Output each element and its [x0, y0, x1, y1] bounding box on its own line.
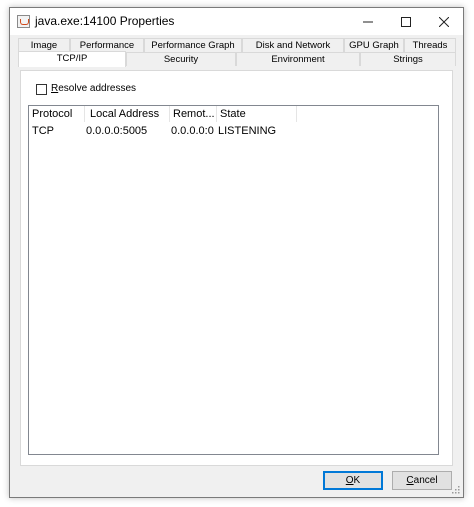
tab-row-upper: Image Performance Performance Graph Disk… [18, 38, 456, 52]
column-header-state[interactable]: State [217, 106, 297, 122]
column-header-local-address[interactable]: Local Address [85, 106, 170, 122]
window-title: java.exe:14100 Properties [35, 14, 175, 28]
list-header: Protocol Local Address Remot... State [29, 106, 438, 122]
maximize-icon [401, 16, 411, 27]
tcp-ip-panel: Resolve addresses Protocol Local Address… [20, 70, 453, 466]
cell-state: LISTENING [218, 125, 277, 137]
table-row[interactable]: TCP 0.0.0.0:5005 0.0.0.0:0 LISTENING [29, 123, 438, 139]
close-button[interactable] [425, 8, 463, 35]
tab-performance[interactable]: Performance [70, 38, 144, 52]
minimize-icon [363, 21, 373, 22]
cancel-button[interactable]: Cancel [392, 471, 452, 490]
cell-remote-address: 0.0.0.0:0 [171, 125, 214, 137]
resolve-addresses-checkbox[interactable] [36, 84, 47, 95]
properties-window: java.exe:14100 Properties Image Performa… [9, 7, 464, 498]
tab-performance-graph[interactable]: Performance Graph [144, 38, 242, 52]
column-header-remote-address[interactable]: Remot... [170, 106, 217, 122]
cell-local-address: 0.0.0.0:5005 [86, 125, 148, 137]
tab-image[interactable]: Image [18, 38, 70, 52]
tab-threads[interactable]: Threads [404, 38, 456, 52]
tab-disk-and-network[interactable]: Disk and Network [242, 38, 344, 52]
column-header-protocol[interactable]: Protocol [29, 106, 85, 122]
resize-grip-icon[interactable] [450, 484, 460, 494]
close-icon [439, 16, 449, 27]
resolve-addresses-label[interactable]: Resolve addresses [51, 83, 136, 94]
tab-strings[interactable]: Strings [360, 52, 456, 66]
cell-protocol: TCP [32, 125, 54, 137]
minimize-button[interactable] [349, 8, 387, 35]
connections-list[interactable]: Protocol Local Address Remot... State TC… [28, 105, 439, 455]
ok-button[interactable]: OK [323, 471, 383, 490]
java-cup-icon [17, 15, 30, 28]
tab-row-lower: TCP/IP Security Environment Strings [18, 51, 456, 67]
title-bar[interactable]: java.exe:14100 Properties [10, 8, 463, 35]
tab-environment[interactable]: Environment [236, 52, 360, 66]
tab-security[interactable]: Security [126, 52, 236, 66]
tab-gpu-graph[interactable]: GPU Graph [344, 38, 404, 52]
maximize-button[interactable] [387, 8, 425, 35]
tab-tcp-ip[interactable]: TCP/IP [18, 51, 126, 67]
